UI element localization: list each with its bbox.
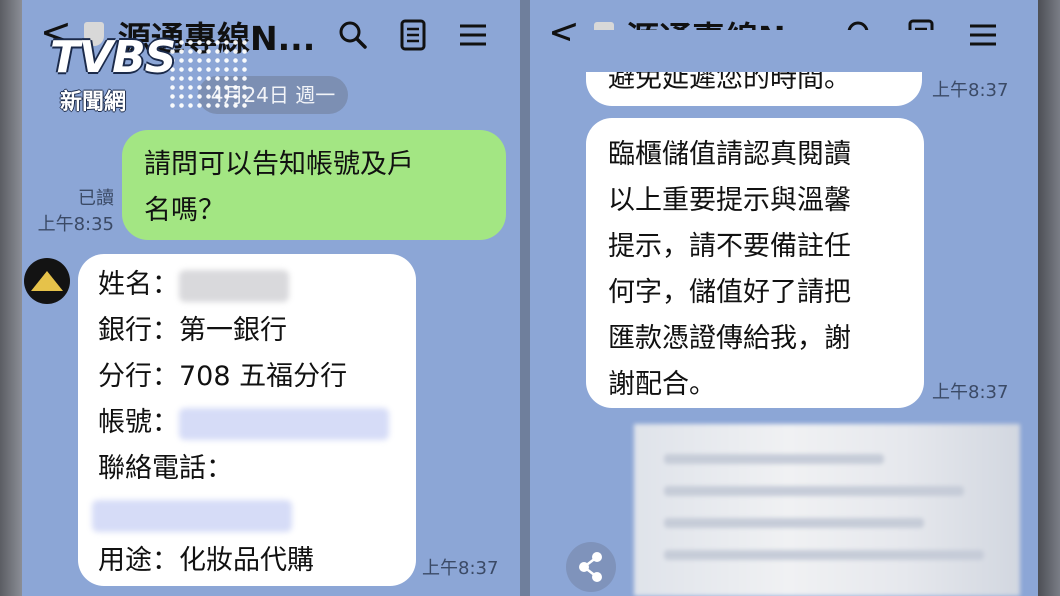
video-frame-right — [1038, 0, 1060, 596]
blurred-receipt-image[interactable] — [634, 424, 1020, 596]
logo-dot-pattern — [168, 38, 248, 108]
menu-icon[interactable] — [456, 18, 490, 52]
logo-subtitle: 新聞網 — [60, 90, 127, 115]
redacted-phone — [92, 499, 292, 532]
notes-icon[interactable] — [396, 18, 430, 52]
message-line — [92, 492, 416, 538]
redacted-name — [179, 269, 289, 302]
blurred-text-line — [664, 454, 884, 464]
account-label: 帳號： — [98, 407, 179, 438]
blurred-text-line — [664, 518, 924, 528]
avatar[interactable] — [24, 258, 70, 304]
message-line: 謝配合。 — [608, 369, 716, 400]
header-overlap — [570, 30, 940, 72]
message-time: 上午8:35 — [37, 214, 114, 235]
message-line: 何字，儲值好了請把 — [608, 277, 851, 308]
redacted-account — [179, 407, 389, 440]
message-line: 提示，請不要備註任 — [608, 231, 851, 262]
message-line: 帳號： — [98, 400, 416, 446]
message-line: 臨櫃儲值請認真閱讀 — [608, 139, 851, 170]
bank-line: 銀行：第一銀行 — [98, 315, 287, 346]
video-frame-left — [0, 0, 22, 596]
left-chat-screen: < 源通專線N... 4月24日 週一 請問可以告知帳號及戶 名嗎？ 已讀 上午… — [22, 0, 520, 596]
message-time: 上午8:37 — [932, 382, 1009, 403]
purpose-line: 用途：化妝品代購 — [98, 545, 314, 576]
share-icon — [579, 552, 602, 582]
message-time: 上午8:37 — [422, 558, 499, 579]
message-time: 上午8:37 — [932, 80, 1009, 101]
message-line: 以上重要提示與溫馨 — [608, 185, 851, 216]
share-button[interactable] — [566, 542, 616, 592]
received-message-bubble[interactable]: 臨櫃儲值請認真閱讀 以上重要提示與溫馨 提示，請不要備註任 何字，儲值好了請把 … — [586, 118, 924, 408]
right-chat-screen: < 源通專線N... 避免延遲您的時間。 上午8:37 臨櫃儲值請認真閱讀 以上… — [530, 0, 1038, 596]
search-icon[interactable] — [336, 18, 370, 52]
name-label: 姓名： — [98, 269, 179, 300]
branch-line: 分行：708 五福分行 — [98, 361, 348, 392]
phone-label: 聯絡電話： — [98, 453, 233, 484]
message-line: 姓名： — [98, 262, 416, 308]
received-message-bubble[interactable]: 姓名： 銀行：第一銀行 分行：708 五福分行 帳號： 聯絡電話： 用途：化妝品… — [78, 254, 416, 586]
read-receipt: 已讀 — [78, 188, 114, 209]
blurred-text-line — [664, 486, 964, 496]
message-line: 請問可以告知帳號及戶 — [144, 149, 414, 180]
sent-message-bubble[interactable]: 請問可以告知帳號及戶 名嗎？ — [122, 130, 506, 240]
menu-icon[interactable] — [966, 18, 1000, 52]
logo-wordmark: TVBS — [50, 32, 176, 83]
blurred-text-line — [664, 550, 984, 560]
avatar-logo-icon — [31, 271, 63, 291]
tvbs-logo: TVBS 新聞網 — [50, 32, 248, 122]
message-line: 名嗎？ — [144, 195, 225, 226]
message-line: 匯款憑證傳給我，謝 — [608, 323, 851, 354]
